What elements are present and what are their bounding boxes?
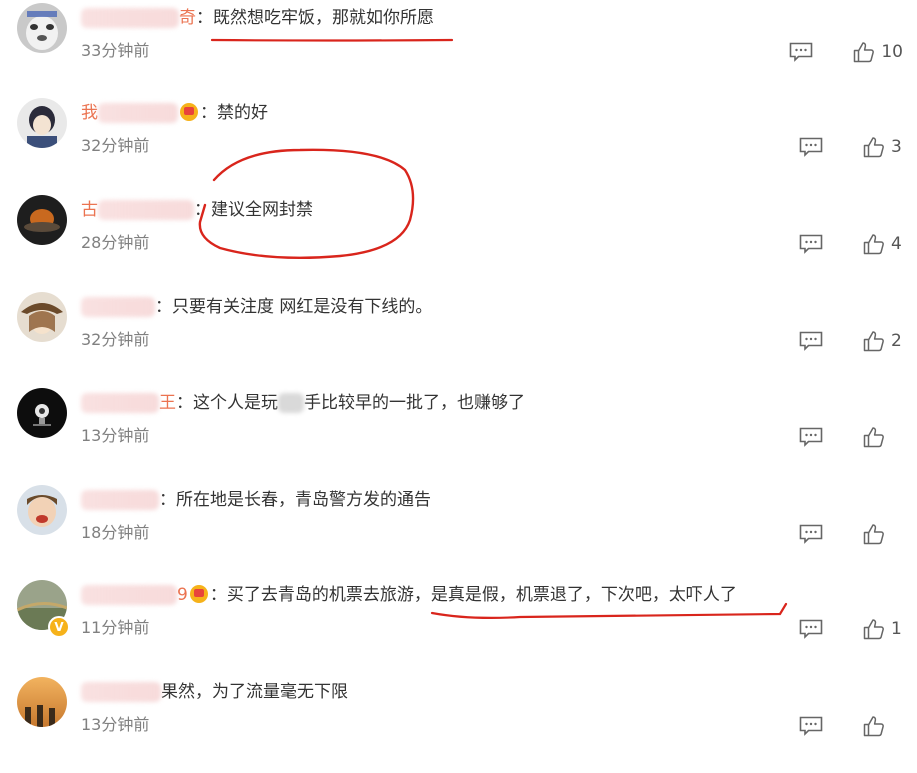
avatar[interactable]	[17, 3, 67, 53]
comment-text: ：禁的好	[200, 103, 268, 123]
comment-text: ：只要有关注度 网红是没有下线的。	[155, 297, 433, 317]
timestamp: 32分钟前	[81, 330, 150, 349]
like-button[interactable]: 2	[863, 330, 903, 352]
like-count: 2	[891, 331, 902, 351]
comment-item: ：所在地是长春，青岛警方发的通告 18分钟前	[0, 485, 917, 581]
avatar[interactable]	[17, 677, 67, 727]
timestamp: 28分钟前	[81, 233, 150, 252]
comment-text: 果然，为了流量毫无下限	[161, 682, 348, 702]
username[interactable]: 王	[159, 393, 176, 413]
avatar[interactable]	[17, 98, 67, 148]
verified-badge: V	[48, 616, 70, 638]
timestamp: 13分钟前	[81, 426, 150, 445]
comment-icon[interactable]	[799, 234, 823, 254]
username[interactable]: 古	[81, 200, 98, 220]
like-button[interactable]	[863, 426, 903, 448]
like-button[interactable]: 4	[863, 233, 903, 255]
avatar[interactable]	[17, 485, 67, 535]
username-blur	[81, 297, 155, 317]
comment-text: ：既然想吃牢饭，那就如你所愿	[196, 8, 434, 28]
thumbs-up-icon	[863, 715, 885, 737]
like-count: 1	[891, 619, 902, 639]
username[interactable]: 奇	[179, 8, 196, 28]
comment-item: 古 ：建议全网封禁 28分钟前 4	[0, 195, 917, 291]
comment-icon[interactable]	[799, 331, 823, 351]
thumbs-up-icon	[863, 136, 885, 158]
username-blur	[81, 682, 161, 702]
username-blur	[81, 585, 177, 605]
username-blur	[81, 490, 159, 510]
thumbs-up-icon	[863, 618, 885, 640]
comment-item: 我 ：禁的好 32分钟前 3	[0, 98, 917, 194]
timestamp: 32分钟前	[81, 136, 150, 155]
like-button[interactable]	[863, 715, 903, 737]
avatar[interactable]	[17, 195, 67, 245]
comment-text: ：所在地是长春，青岛警方发的通告	[159, 490, 431, 510]
thumbs-up-icon	[853, 41, 875, 63]
comment-icon[interactable]	[799, 716, 823, 736]
comment-text-continued: 手比较早的一批了，也赚够了	[304, 393, 525, 413]
comment-icon[interactable]	[799, 137, 823, 157]
comment-item: V 9 ：买了去青岛的机票去旅游，是真是假，机票退了，下次吧，太吓人了 11分钟前…	[0, 580, 917, 676]
member-crown-icon	[180, 103, 198, 121]
username-blur	[98, 200, 194, 220]
comment-text: ：建议全网封禁	[194, 200, 313, 220]
comment-item: 奇：既然想吃牢饭，那就如你所愿 33分钟前 10	[0, 3, 917, 99]
thumbs-up-icon	[863, 233, 885, 255]
comment-icon[interactable]	[799, 427, 823, 447]
avatar[interactable]	[17, 388, 67, 438]
username[interactable]: 9	[177, 585, 188, 605]
username-blur	[81, 393, 159, 413]
avatar[interactable]	[17, 292, 67, 342]
timestamp: 33分钟前	[81, 41, 150, 60]
timestamp: 11分钟前	[81, 618, 150, 637]
like-count: 3	[891, 137, 902, 157]
comment-item: 王：这个人是玩 手比较早的一批了，也赚够了 13分钟前	[0, 388, 917, 484]
timestamp: 18分钟前	[81, 523, 150, 542]
username-blur	[81, 8, 179, 28]
like-button[interactable]: 3	[863, 136, 903, 158]
text-blur	[278, 393, 304, 413]
comment-text: ：买了去青岛的机票去旅游，是真是假，机票退了，下次吧，太吓人了	[209, 585, 737, 605]
comment-icon[interactable]	[789, 42, 813, 62]
like-count: 4	[891, 234, 902, 254]
thumbs-up-icon	[863, 330, 885, 352]
thumbs-up-icon	[863, 523, 885, 545]
thumbs-up-icon	[863, 426, 885, 448]
comment-text: ：这个人是玩	[176, 393, 278, 413]
username[interactable]: 我	[81, 103, 98, 123]
like-button[interactable]: 10	[853, 41, 903, 63]
like-count: 10	[881, 42, 903, 62]
comment-item: ：只要有关注度 网红是没有下线的。 32分钟前 2	[0, 292, 917, 388]
timestamp: 13分钟前	[81, 715, 150, 734]
member-crown-icon	[189, 585, 208, 603]
comment-item: 果然，为了流量毫无下限 13分钟前	[0, 677, 917, 773]
username-blur	[98, 103, 178, 123]
like-button[interactable]: 1	[863, 618, 903, 640]
comment-icon[interactable]	[799, 619, 823, 639]
comment-icon[interactable]	[799, 524, 823, 544]
like-button[interactable]	[863, 523, 903, 545]
